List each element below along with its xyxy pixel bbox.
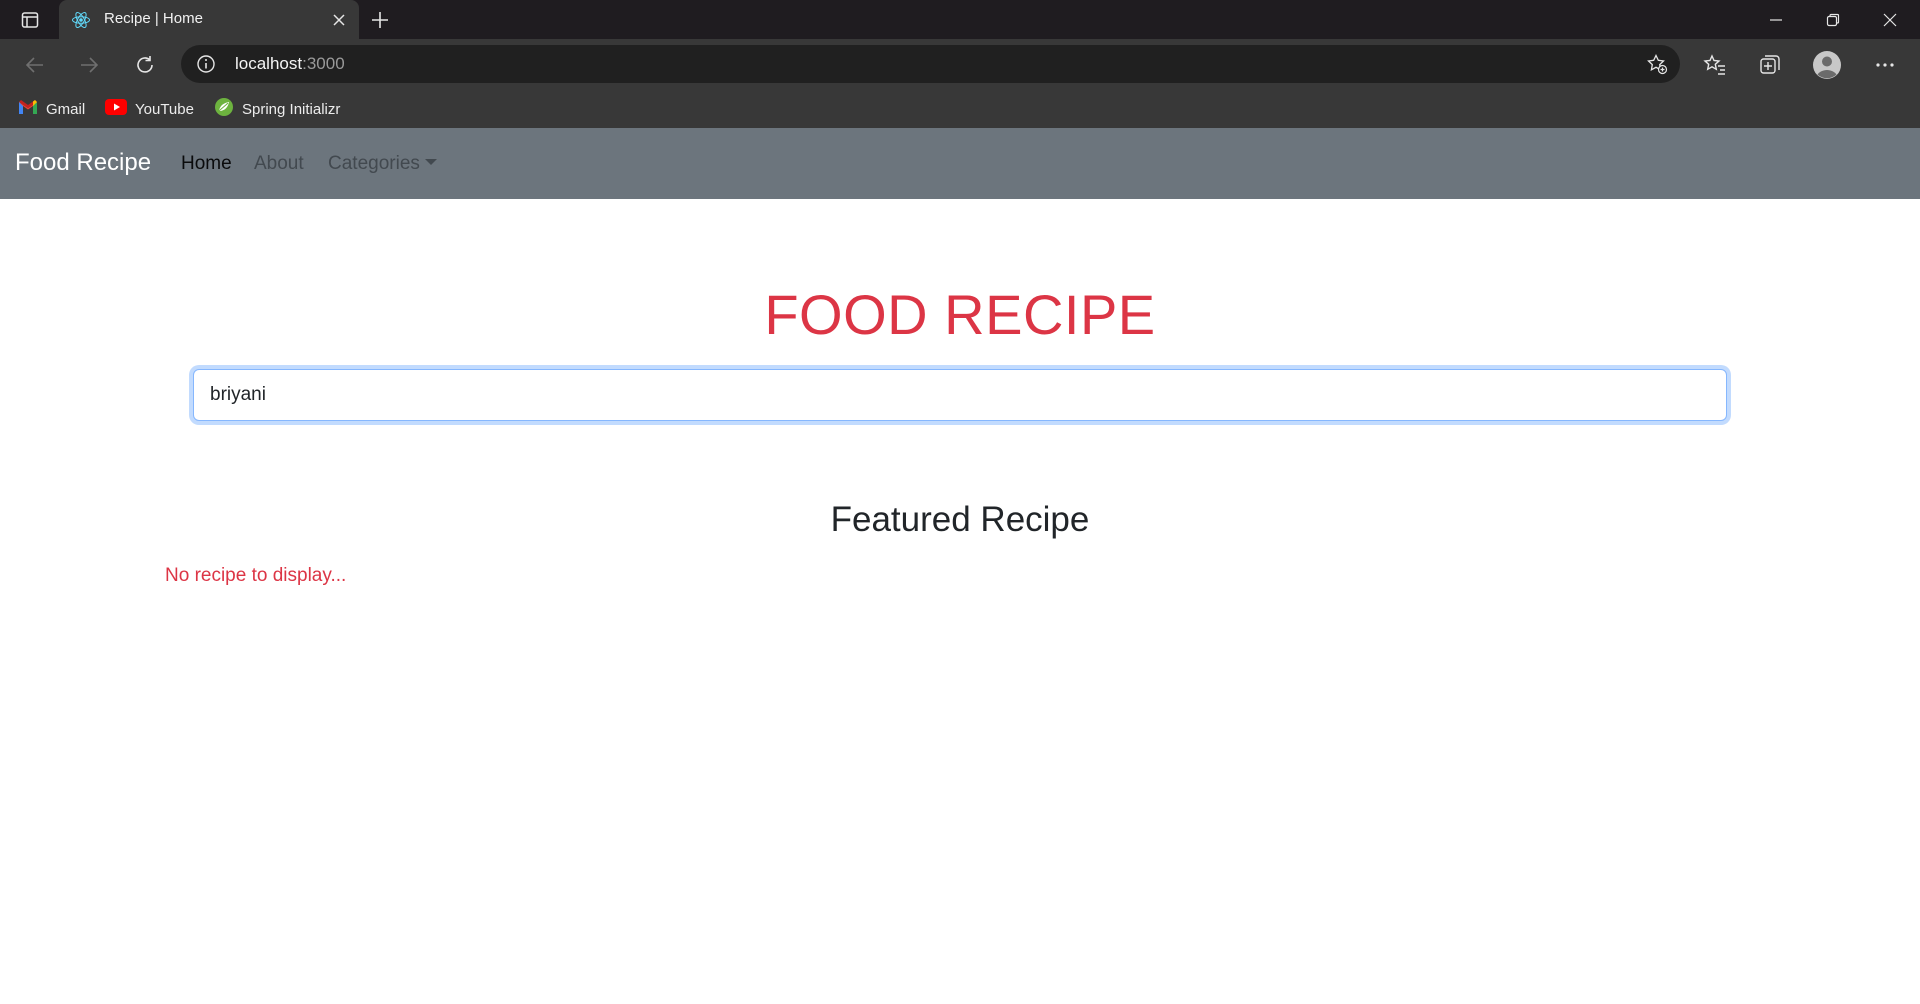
recipe-search-input[interactable] <box>193 369 1727 421</box>
nav-link-categories-label: Categories <box>328 153 420 174</box>
close-tab-icon[interactable] <box>331 12 347 28</box>
react-icon <box>71 10 91 30</box>
profile-avatar-icon[interactable] <box>1812 50 1842 80</box>
site-info-icon[interactable] <box>196 54 216 74</box>
empty-recipes-message: No recipe to display... <box>165 565 347 586</box>
add-favorite-icon[interactable] <box>1646 53 1668 75</box>
bookmarks-bar: Gmail YouTube Spring Initializr <box>0 90 1920 128</box>
browser-tab[interactable]: Recipe | Home <box>59 0 359 39</box>
bookmark-label: YouTube <box>135 100 194 118</box>
youtube-icon <box>105 99 127 119</box>
bookmark-gmail[interactable]: Gmail <box>18 97 85 121</box>
address-bar[interactable]: localhost:3000 <box>181 45 1680 83</box>
nav-dropdown-categories[interactable]: Categories <box>328 153 437 175</box>
bookmark-label: Gmail <box>46 100 86 118</box>
reload-icon[interactable] <box>129 49 161 81</box>
minimize-icon[interactable] <box>1748 0 1804 39</box>
tab-actions-icon[interactable] <box>14 7 46 33</box>
nav-link-home[interactable]: Home <box>181 153 232 175</box>
forward-icon[interactable] <box>73 49 105 81</box>
bookmark-label: Spring Initializr <box>242 100 341 118</box>
browser-tab-bar: Recipe | Home <box>0 0 1920 39</box>
restore-icon[interactable] <box>1805 0 1861 39</box>
url-port: :3000 <box>302 54 345 73</box>
new-tab-icon[interactable] <box>368 8 392 32</box>
url-text: localhost:3000 <box>235 54 345 74</box>
app-navbar: Food Recipe Home About Categories <box>0 128 1920 199</box>
favorites-icon[interactable] <box>1700 50 1730 80</box>
bookmark-youtube[interactable]: YouTube <box>105 97 194 121</box>
bookmark-spring-initializr[interactable]: Spring Initializr <box>214 97 340 121</box>
navbar-brand[interactable]: Food Recipe <box>15 149 151 177</box>
url-host: localhost <box>235 54 303 73</box>
spring-icon <box>214 97 234 121</box>
back-icon[interactable] <box>19 49 51 81</box>
collections-icon[interactable] <box>1755 50 1785 80</box>
close-window-icon[interactable] <box>1862 0 1918 39</box>
featured-recipe-heading: Featured Recipe <box>830 500 1090 539</box>
page-title: FOOD RECIPE <box>764 283 1156 346</box>
tab-title: Recipe | Home <box>104 10 203 27</box>
more-options-icon[interactable] <box>1870 50 1900 80</box>
caret-down-icon <box>424 159 437 166</box>
browser-toolbar: localhost:3000 <box>0 39 1920 90</box>
gmail-icon <box>18 99 38 119</box>
nav-link-about[interactable]: About <box>254 153 304 175</box>
